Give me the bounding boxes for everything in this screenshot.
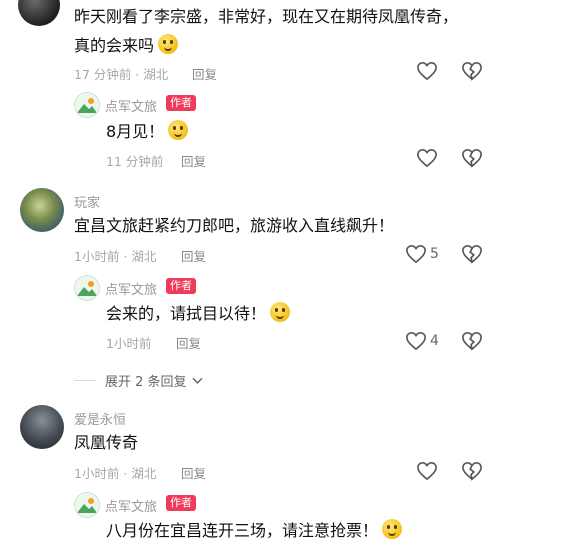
author-avatar[interactable] — [74, 275, 100, 301]
heart-icon[interactable] — [416, 148, 438, 168]
reply-time: 1小时前 — [106, 336, 152, 351]
author-avatar[interactable] — [74, 492, 100, 518]
smirk-emoji-icon — [382, 519, 403, 539]
comment-text-continued: 真的会来吗 — [74, 33, 179, 59]
broken-heart-icon[interactable] — [461, 61, 483, 81]
comment-time-location: 1小时前 · 湖北 — [74, 249, 157, 264]
smirk-emoji-icon — [168, 120, 189, 140]
broken-heart-icon[interactable] — [461, 461, 483, 481]
broken-heart-icon[interactable] — [461, 331, 483, 351]
like-count: 4 — [430, 333, 439, 349]
heart-icon[interactable] — [416, 461, 438, 481]
reply-button[interactable]: 回复 — [176, 333, 201, 352]
like-button[interactable]: 5 — [405, 244, 439, 264]
author-badge: 作者 — [166, 495, 196, 511]
like-count: 5 — [430, 246, 439, 262]
author-name[interactable]: 点军文旅 — [105, 96, 157, 115]
broken-heart-icon[interactable] — [461, 148, 483, 168]
chevron-down-icon — [192, 377, 203, 384]
like-button[interactable]: 4 — [405, 331, 439, 351]
comment-text: 宜昌文旅赶紧约刀郎吧，旅游收入直线飙升！ — [74, 216, 395, 235]
reply-button[interactable]: 回复 — [181, 151, 206, 170]
author-avatar[interactable] — [74, 92, 100, 118]
author-badge: 作者 — [166, 278, 196, 294]
author-reply-text: 八月份在宜昌连开三场，请注意抢票！ — [106, 518, 403, 544]
commenter-avatar[interactable] — [20, 188, 64, 232]
reply-button[interactable]: 回复 — [181, 463, 206, 482]
heart-icon[interactable] — [416, 61, 438, 81]
comment-time-location: 1小时前 · 湖北 — [74, 466, 157, 481]
username[interactable]: 玩家 — [74, 192, 100, 211]
heart-icon[interactable] — [405, 244, 427, 264]
username[interactable]: 爱是永恒 — [74, 409, 126, 428]
author-name[interactable]: 点军文旅 — [105, 279, 157, 298]
expand-replies-button[interactable]: 展开 2 条回复 — [105, 371, 203, 390]
reply-button[interactable]: 回复 — [181, 246, 206, 265]
author-name[interactable]: 点军文旅 — [105, 496, 157, 515]
reply-button[interactable]: 回复 — [192, 64, 217, 83]
broken-heart-icon[interactable] — [461, 244, 483, 264]
reply-time: 11 分钟前 — [106, 154, 164, 169]
smirk-emoji-icon — [270, 302, 291, 322]
author-badge: 作者 — [166, 95, 196, 111]
commenter-avatar[interactable] — [18, 0, 60, 26]
heart-icon[interactable] — [405, 331, 427, 351]
divider — [74, 380, 96, 381]
author-reply-text: 会来的，请拭目以待！ — [106, 301, 291, 327]
author-reply-text: 8月见！ — [106, 119, 189, 145]
comment-text: 凤凰传奇 — [74, 433, 139, 452]
commenter-avatar[interactable] — [20, 405, 64, 449]
comment-text: 昨天刚看了李宗盛，非常好，现在又在期待凤凰传奇， — [74, 7, 459, 26]
comment-time-location: 17 分钟前 · 湖北 — [74, 67, 169, 82]
wink-emoji-icon — [158, 34, 179, 54]
